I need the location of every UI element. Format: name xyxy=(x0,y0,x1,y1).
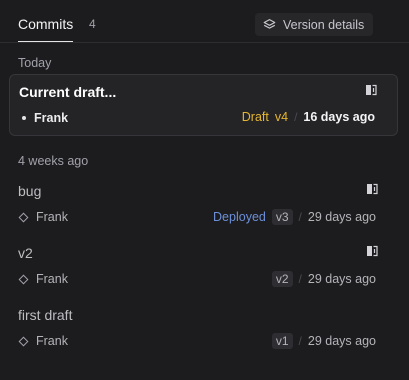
commit-title: bug xyxy=(18,183,42,199)
commit-diamond-icon xyxy=(18,336,29,346)
commit-date: 29 days ago xyxy=(307,334,376,348)
author-name: Frank xyxy=(36,272,68,286)
commit-meta: v2 / 29 days ago xyxy=(271,271,376,287)
commit-row-current[interactable]: Current draft... Frank Draft v4 / 16 day… xyxy=(9,74,398,136)
version-label: v4 xyxy=(274,110,289,124)
commit-author: Frank xyxy=(18,334,68,348)
tab-commits[interactable]: Commits xyxy=(18,16,74,43)
commit-meta: Deployed v3 / 29 days ago xyxy=(213,209,376,225)
author-name: Frank xyxy=(34,111,69,125)
version-badge: v2 xyxy=(271,271,293,287)
commit-row-v2[interactable]: v2 Frank v2 / 29 days ago xyxy=(9,236,398,298)
commit-title: first draft xyxy=(18,307,73,323)
commit-author: Frank xyxy=(18,210,68,224)
commit-row-bug[interactable]: bug Frank Deployed v3 / 29 days ago xyxy=(9,174,398,236)
author-name: Frank xyxy=(36,334,68,348)
commits-panel: Commits 4 Version details Today Current … xyxy=(0,0,409,380)
author-name: Frank xyxy=(36,210,68,224)
commit-diamond-icon xyxy=(18,274,29,284)
status-deployed: Deployed xyxy=(213,210,266,224)
commit-date: 16 days ago xyxy=(303,110,375,124)
restore-icon[interactable] xyxy=(366,245,378,257)
commit-author: Frank xyxy=(18,272,68,286)
meta-separator: / xyxy=(298,210,302,224)
commit-date: 29 days ago xyxy=(307,272,376,286)
header-divider xyxy=(0,42,409,43)
meta-separator: / xyxy=(294,110,298,124)
author-bullet-icon xyxy=(22,116,26,120)
commit-meta: v1 / 29 days ago xyxy=(271,333,376,349)
commit-title: v2 xyxy=(18,245,33,261)
group-label-today: Today xyxy=(18,56,52,70)
meta-separator: / xyxy=(298,272,302,286)
version-details-button[interactable]: Version details xyxy=(255,13,373,36)
version-badge: v1 xyxy=(271,333,293,349)
restore-icon[interactable] xyxy=(365,84,377,96)
status-draft: Draft xyxy=(241,110,269,124)
meta-separator: / xyxy=(298,334,302,348)
commit-meta: Draft v4 / 16 days ago xyxy=(242,110,375,124)
panel-header: Commits 4 Version details xyxy=(0,0,409,44)
commit-date: 29 days ago xyxy=(307,210,376,224)
group-label-4-weeks-ago: 4 weeks ago xyxy=(18,154,89,168)
commit-row-first-draft[interactable]: first draft Frank v1 / 29 days ago xyxy=(9,298,398,360)
version-badge: v3 xyxy=(271,209,293,225)
commit-title: Current draft... xyxy=(19,84,117,100)
commit-diamond-icon xyxy=(18,212,29,222)
version-details-label: Version details xyxy=(283,17,365,32)
layers-icon xyxy=(263,19,276,29)
commit-count-badge: 4 xyxy=(89,17,96,31)
restore-icon[interactable] xyxy=(366,183,378,195)
commit-author: Frank xyxy=(19,111,68,125)
